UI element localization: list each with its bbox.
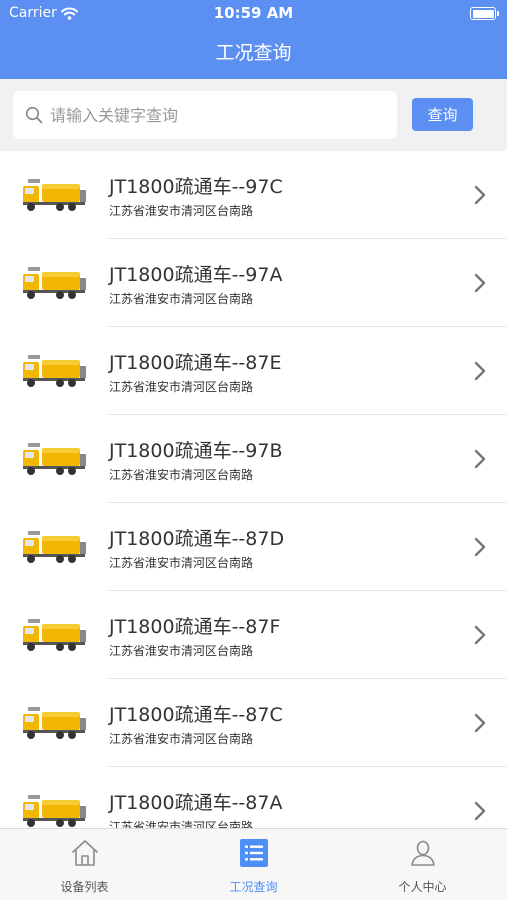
device-address: 江苏省淮安市清河区台南路: [109, 820, 254, 828]
tab-label: 工况查询: [229, 880, 278, 894]
home-icon: [72, 840, 98, 866]
truck-icon: [23, 355, 86, 387]
device-list-item[interactable]: JT1800疏通车--87E 江苏省淮安市清河区台南路: [0, 327, 507, 415]
device-name: JT1800疏通车--87D: [109, 528, 285, 550]
device-list-item[interactable]: JT1800疏通车--97A 江苏省淮安市清河区台南路: [0, 239, 507, 327]
device-list-item[interactable]: JT1800疏通车--87F 江苏省淮安市清河区台南路: [0, 591, 507, 679]
tab-profile[interactable]: 个人中心: [338, 829, 507, 900]
device-list-item[interactable]: JT1800疏通车--87D 江苏省淮安市清河区台南路: [0, 503, 507, 591]
tab-label: 个人中心: [398, 880, 447, 894]
search-input[interactable]: [50, 91, 390, 139]
person-icon: [411, 840, 435, 866]
device-list-item[interactable]: JT1800疏通车--97C 江苏省淮安市清河区台南路: [0, 151, 507, 239]
tab-device-list[interactable]: 设备列表: [0, 829, 169, 900]
status-time: 10:59 AM: [213, 4, 294, 22]
tab-label: 设备列表: [60, 880, 109, 894]
device-name: JT1800疏通车--87C: [109, 704, 283, 726]
device-list-item[interactable]: JT1800疏通车--87A 江苏省淮安市清河区台南路: [0, 767, 507, 828]
device-name: JT1800疏通车--87A: [109, 792, 283, 814]
search-icon: [25, 106, 43, 124]
search-box: [13, 91, 397, 139]
truck-icon: [23, 179, 86, 211]
device-list: JT1800疏通车--97C 江苏省淮安市清河区台南路 JT1800疏通车--97…: [0, 151, 507, 828]
device-address: 江苏省淮安市清河区台南路: [109, 556, 254, 570]
nav-header: Carrier 10:59 AM 工况查询: [0, 0, 507, 79]
device-list-item[interactable]: JT1800疏通车--97B 江苏省淮安市清河区台南路: [0, 415, 507, 503]
list-icon: [240, 839, 268, 867]
chevron-right-icon: [474, 449, 486, 469]
status-bar: Carrier 10:59 AM: [0, 0, 507, 28]
battery-icon: [470, 7, 499, 20]
device-name: JT1800疏通车--87E: [109, 352, 282, 374]
device-address: 江苏省淮安市清河区台南路: [109, 644, 254, 658]
chevron-right-icon: [474, 801, 486, 821]
device-name: JT1800疏通车--87F: [109, 616, 281, 638]
device-address: 江苏省淮安市清河区台南路: [109, 380, 254, 394]
truck-icon: [23, 619, 86, 651]
search-button[interactable]: 查询: [412, 98, 473, 131]
device-name: JT1800疏通车--97A: [109, 264, 283, 286]
truck-icon: [23, 443, 86, 475]
chevron-right-icon: [474, 625, 486, 645]
device-address: 江苏省淮安市清河区台南路: [109, 732, 254, 746]
tab-status-query[interactable]: 工况查询: [169, 829, 338, 900]
device-list-item[interactable]: JT1800疏通车--87C 江苏省淮安市清河区台南路: [0, 679, 507, 767]
truck-icon: [23, 795, 86, 827]
tab-bar: 设备列表 工况查询 个人中心: [0, 828, 507, 900]
truck-icon: [23, 531, 86, 563]
chevron-right-icon: [474, 273, 486, 293]
chevron-right-icon: [474, 185, 486, 205]
device-address: 江苏省淮安市清河区台南路: [109, 468, 254, 482]
page-title: 工况查询: [215, 42, 292, 64]
search-bar: 查询: [0, 79, 507, 151]
device-name: JT1800疏通车--97C: [109, 176, 283, 198]
device-address: 江苏省淮安市清河区台南路: [109, 292, 254, 306]
chevron-right-icon: [474, 713, 486, 733]
device-name: JT1800疏通车--97B: [109, 440, 283, 462]
chevron-right-icon: [474, 537, 486, 557]
chevron-right-icon: [474, 361, 486, 381]
truck-icon: [23, 707, 86, 739]
device-address: 江苏省淮安市清河区台南路: [109, 204, 254, 218]
truck-icon: [23, 267, 86, 299]
